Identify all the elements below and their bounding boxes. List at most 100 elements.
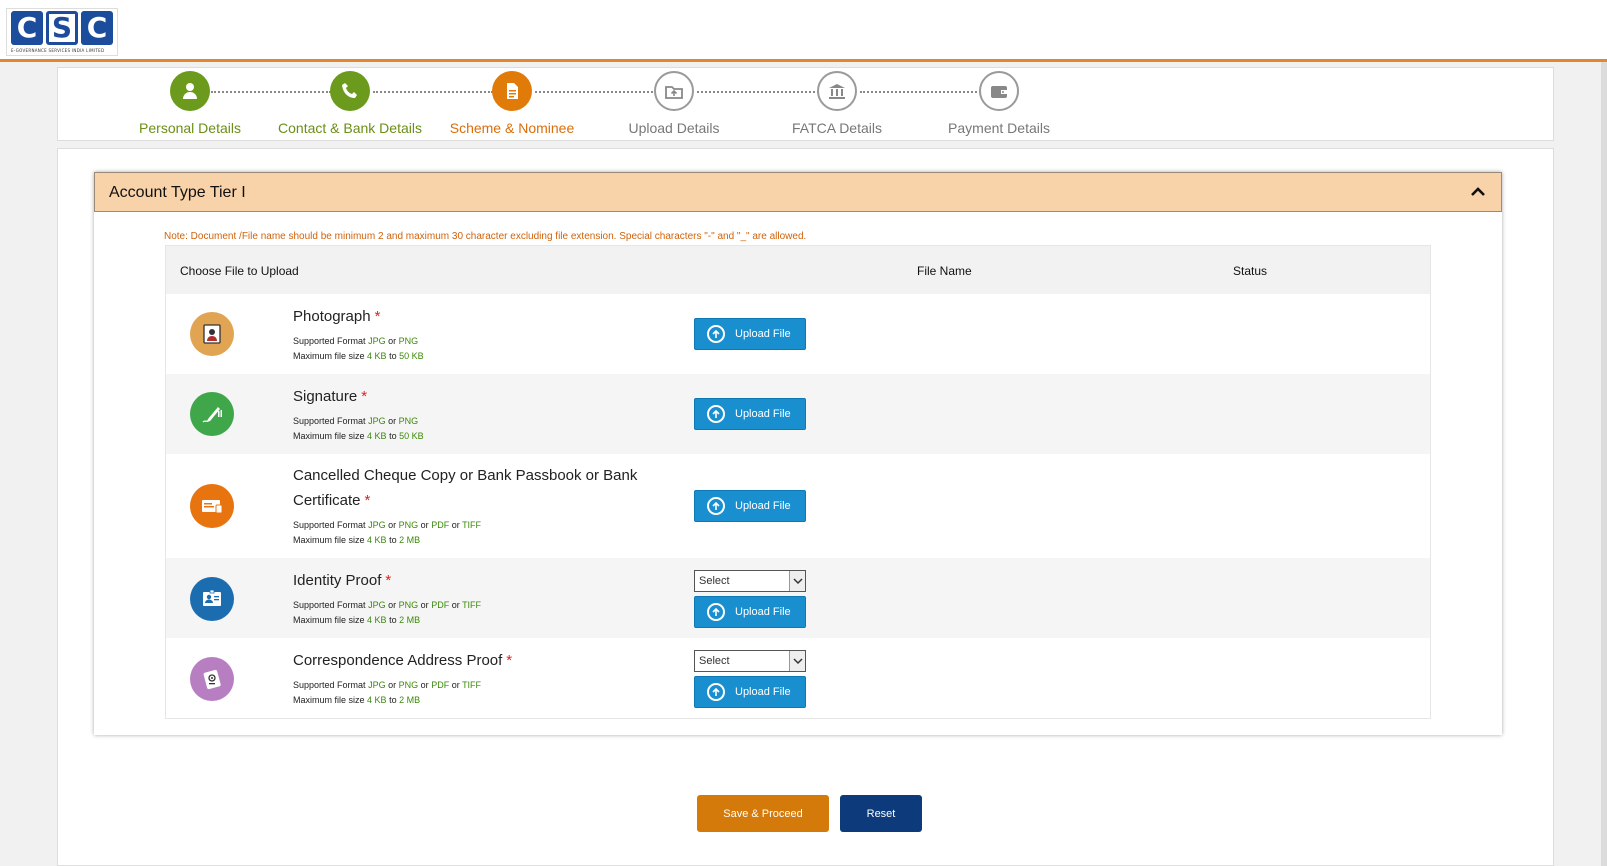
format-info: Supported Format JPG or PNG Maximum file… — [293, 334, 424, 364]
min-size: 4 KB — [367, 695, 387, 705]
select-value: Select — [699, 575, 730, 587]
progress-stepper: Personal Details Contact & Bank Details … — [57, 67, 1554, 141]
max-size-label: Maximum file size — [293, 431, 365, 441]
save-proceed-button[interactable]: Save & Proceed — [697, 795, 829, 832]
step-label: FATCA Details — [792, 120, 882, 136]
to-label: to — [389, 535, 397, 545]
identity-proof-select[interactable]: Select — [694, 570, 806, 592]
format-value: JPG — [368, 520, 386, 530]
upload-file-button[interactable]: Upload File — [694, 398, 806, 430]
chevron-down-icon[interactable] — [789, 571, 805, 591]
max-size-label: Maximum file size — [293, 535, 365, 545]
table-row: Correspondence Address Proof * Supported … — [166, 638, 1430, 718]
upload-file-button[interactable]: Upload File — [694, 676, 806, 708]
logo-letter: C — [11, 11, 43, 45]
upload-folder-icon — [654, 71, 694, 111]
format-info: Supported Format JPG or PNG or PDF or TI… — [293, 518, 481, 548]
signature-pen-icon — [190, 392, 234, 436]
select-value: Select — [699, 655, 730, 667]
step-scheme-nominee[interactable]: Scheme & Nominee — [427, 71, 597, 136]
or-label: or — [451, 520, 460, 530]
or-label: or — [451, 680, 460, 690]
format-value: TIFF — [462, 600, 482, 610]
phone-icon — [330, 71, 370, 111]
max-size: 2 MB — [399, 615, 421, 625]
id-card-icon — [190, 577, 234, 621]
logo-letter: S — [46, 11, 78, 45]
wallet-icon — [979, 71, 1019, 111]
max-size-label: Maximum file size — [293, 351, 365, 361]
step-upload-details[interactable]: Upload Details — [589, 71, 759, 136]
to-label: to — [389, 351, 397, 361]
upload-table: Choose File to Upload File Name Status P… — [165, 245, 1431, 719]
step-label: Payment Details — [948, 120, 1050, 136]
format-info: Supported Format JPG or PNG Maximum file… — [293, 414, 424, 444]
step-personal-details[interactable]: Personal Details — [105, 71, 275, 136]
supported-label: Supported Format — [293, 416, 366, 426]
format-info: Supported Format JPG or PNG or PDF or TI… — [293, 598, 481, 628]
upload-arrow-icon — [707, 405, 725, 423]
doc-title: Correspondence Address Proof — [293, 652, 503, 669]
step-label: Upload Details — [628, 120, 720, 136]
step-label: Contact & Bank Details — [278, 120, 422, 136]
reset-button[interactable]: Reset — [840, 795, 922, 832]
max-size: 2 MB — [399, 695, 421, 705]
upload-note: Note: Document /File name should be mini… — [164, 231, 807, 242]
upload-arrow-icon — [707, 603, 725, 621]
supported-label: Supported Format — [293, 680, 366, 690]
format-value: JPG — [368, 680, 386, 690]
accordion-header[interactable]: Account Type Tier I — [94, 172, 1502, 212]
upload-arrow-icon — [707, 325, 725, 343]
or-label: or — [388, 600, 397, 610]
header-choose-file: Choose File to Upload — [180, 264, 299, 278]
address-proof-select[interactable]: Select — [694, 650, 806, 672]
format-value: PNG — [398, 600, 419, 610]
doc-title: Signature — [293, 388, 358, 405]
table-row: Signature * Supported Format JPG or PNG M… — [166, 374, 1430, 454]
address-book-icon — [190, 657, 234, 701]
upload-button-label: Upload File — [735, 328, 791, 340]
csc-logo[interactable]: C S C E-GOVERNANCE SERVICES INDIA LIMITE… — [6, 8, 118, 56]
max-size-label: Maximum file size — [293, 615, 365, 625]
upload-file-button[interactable]: Upload File — [694, 490, 806, 522]
table-row: Photograph * Supported Format JPG or PNG … — [166, 294, 1430, 374]
max-size: 2 MB — [399, 535, 421, 545]
supported-label: Supported Format — [293, 600, 366, 610]
doc-title-continued: Certificate — [293, 492, 361, 509]
step-fatca-details[interactable]: FATCA Details — [752, 71, 922, 136]
step-payment-details[interactable]: Payment Details — [914, 71, 1084, 136]
accordion-title: Account Type Tier I — [109, 184, 246, 201]
max-size-label: Maximum file size — [293, 695, 365, 705]
upload-file-button[interactable]: Upload File — [694, 596, 806, 628]
upload-button-label: Upload File — [735, 500, 791, 512]
supported-label: Supported Format — [293, 336, 366, 346]
or-label: or — [388, 416, 397, 426]
format-value: PNG — [398, 520, 419, 530]
format-value: PDF — [431, 520, 450, 530]
step-label: Personal Details — [139, 120, 241, 136]
doc-title: Photograph — [293, 308, 371, 325]
or-label: or — [420, 520, 429, 530]
format-value: JPG — [368, 600, 386, 610]
upload-file-button[interactable]: Upload File — [694, 318, 806, 350]
logo-tagline: E-GOVERNANCE SERVICES INDIA LIMITED — [11, 48, 105, 53]
doc-title: Identity Proof — [293, 572, 382, 589]
scrollbar[interactable] — [1601, 62, 1607, 866]
format-value: JPG — [368, 416, 386, 426]
chevron-up-icon[interactable] — [1469, 183, 1487, 201]
or-label: or — [451, 600, 460, 610]
format-value: TIFF — [462, 520, 482, 530]
format-info: Supported Format JPG or PNG or PDF or TI… — [293, 678, 481, 708]
table-row: Cancelled Cheque Copy or Bank Passbook o… — [166, 454, 1430, 558]
required-mark: * — [361, 388, 368, 405]
format-value: JPG — [368, 336, 386, 346]
step-label: Scheme & Nominee — [449, 120, 575, 136]
upload-arrow-icon — [707, 683, 725, 701]
format-value: PNG — [398, 680, 419, 690]
table-header: Choose File to Upload File Name Status — [166, 246, 1430, 294]
format-value: PDF — [431, 600, 450, 610]
step-contact-bank-details[interactable]: Contact & Bank Details — [265, 71, 435, 136]
to-label: to — [389, 615, 397, 625]
or-label: or — [388, 520, 397, 530]
chevron-down-icon[interactable] — [789, 651, 805, 671]
